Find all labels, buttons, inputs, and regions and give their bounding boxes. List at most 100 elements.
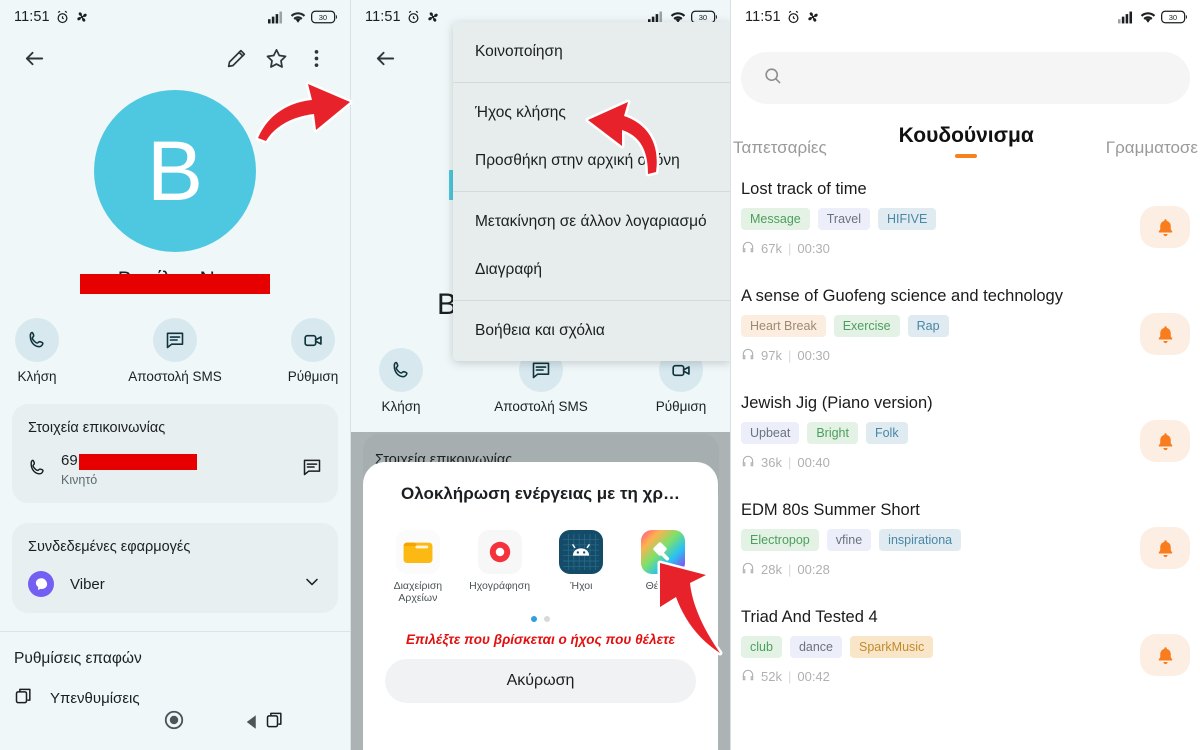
panel-contact-details: 11:51 30 B Κλήση Αποστολή SMS Ρύθμιση Στ… — [0, 0, 350, 750]
list-item[interactable]: Jewish Jig (Piano version) Upbeat Bright… — [731, 394, 1200, 471]
list-item[interactable]: Triad And Tested 4 club dance SparkMusic… — [731, 608, 1200, 685]
svg-text:30: 30 — [699, 13, 707, 22]
tag[interactable]: dance — [789, 636, 842, 658]
action-call-2[interactable]: Κλήση — [360, 348, 442, 414]
ringtone-title: A sense of Guofeng science and technolog… — [741, 287, 1063, 305]
tab-wallpapers[interactable]: Ταπετσαρίες — [731, 138, 835, 158]
menu-item-move-account[interactable]: Μετακίνηση σε άλλον λογαριασμό — [453, 198, 730, 246]
tag[interactable]: Heart Break — [741, 315, 826, 337]
contact-info-card: Στοιχεία επικοινωνίας 69 Κινητό — [12, 404, 338, 503]
chevron-down-icon[interactable] — [302, 572, 322, 597]
action-video[interactable]: Ρύθμιση — [276, 318, 350, 384]
avatar: B — [94, 90, 256, 252]
svg-text:30: 30 — [319, 13, 327, 22]
tag[interactable]: vfine — [826, 529, 872, 551]
ringtone-title: Lost track of time — [741, 180, 867, 198]
bell-icon[interactable] — [1140, 527, 1190, 569]
tag[interactable]: Folk — [865, 422, 908, 444]
page-dot-active[interactable] — [531, 616, 537, 623]
stats-separator: | — [787, 241, 792, 256]
tag[interactable]: SparkMusic — [850, 636, 934, 658]
page-dot[interactable] — [544, 616, 550, 623]
list-item[interactable]: Lost track of time Message Travel HIFIVE… — [731, 180, 1200, 257]
ringtone-stats: 97k | 00:30 — [741, 347, 1140, 364]
dialog-title: Ολοκλήρωση ενέργειας με τη χρ… — [401, 484, 680, 503]
list-item[interactable]: EDM 80s Summer Short Electropop vfine in… — [731, 501, 1200, 578]
back-arrow-icon[interactable] — [14, 38, 54, 78]
pencil-icon[interactable] — [216, 38, 256, 78]
tag[interactable]: Bright — [807, 422, 858, 444]
stats-separator: | — [787, 455, 792, 470]
list-item[interactable]: A sense of Guofeng science and technolog… — [731, 287, 1200, 364]
android-icon — [559, 530, 604, 574]
app-sounds[interactable]: Ήχοι — [545, 530, 617, 604]
play-count: 28k — [761, 562, 782, 577]
tag[interactable]: Rap — [907, 315, 949, 337]
tab-ringtones-col: Κουδούνισμα — [891, 124, 1042, 158]
bell-icon[interactable] — [1140, 206, 1190, 248]
folder-icon — [395, 530, 440, 574]
headphone-icon — [741, 347, 755, 364]
app-themes[interactable]: Θέματα — [627, 530, 699, 604]
app-file-manager[interactable]: Διαχείριση Αρχείων — [382, 530, 454, 604]
phone-number: 69 — [61, 452, 78, 469]
linked-app-row[interactable]: Viber — [28, 571, 322, 597]
menu-group: Βοήθεια και σχόλια — [453, 300, 730, 361]
back-arrow-icon[interactable] — [365, 38, 405, 78]
recents-icon[interactable] — [265, 710, 285, 735]
star-icon[interactable] — [256, 38, 296, 78]
status-bar: 11:51 30 — [0, 0, 350, 34]
tag[interactable]: Message — [741, 208, 810, 230]
settings-item-label: Υπενθυμίσεις — [50, 690, 140, 707]
action-video-label: Ρύθμιση — [287, 369, 339, 384]
tag[interactable]: club — [741, 636, 782, 658]
alarm-icon — [55, 10, 70, 25]
duration: 00:30 — [797, 348, 830, 363]
tag[interactable]: inspirationa — [879, 529, 962, 551]
action-call[interactable]: Κλήση — [0, 318, 74, 384]
overflow-menu-icon[interactable] — [296, 38, 336, 78]
tab-ringtones[interactable]: Κουδούνισμα — [891, 124, 1042, 148]
bell-icon[interactable] — [1140, 420, 1190, 462]
bell-icon[interactable] — [1140, 313, 1190, 355]
ringtone-stats: 36k | 00:40 — [741, 454, 1140, 471]
ringtone-tags: Heart Break Exercise Rap — [741, 315, 1140, 337]
tag[interactable]: Upbeat — [741, 422, 800, 444]
tag[interactable]: HIFIVE — [878, 208, 937, 230]
status-time: 11:51 — [14, 9, 50, 25]
action-call-label: Κλήση — [17, 369, 57, 384]
menu-item-ringtone[interactable]: Ήχος κλήσης — [453, 89, 730, 137]
menu-item-share[interactable]: Κοινοποίηση — [453, 28, 730, 76]
ringtone-title: Triad And Tested 4 — [741, 608, 878, 626]
tag[interactable]: Exercise — [833, 315, 900, 337]
home-icon[interactable] — [163, 709, 185, 736]
ringtone-tags: Upbeat Bright Folk — [741, 422, 1140, 444]
linked-app-name: Viber — [70, 575, 105, 593]
contact-info-title: Στοιχεία επικοινωνίας — [28, 420, 166, 436]
contact-name: Βασίλης Ν... — [79, 268, 270, 294]
search-input[interactable] — [741, 52, 1190, 104]
action-sms[interactable]: Αποστολή SMS — [128, 318, 222, 384]
tab-fonts[interactable]: Γραμματοσε — [1098, 138, 1200, 158]
back-icon[interactable] — [243, 713, 261, 736]
panel-overflow-menu: 11:51 30 Β Κοινοποίηση Ήχος κλήσης Προσθ… — [350, 0, 730, 750]
tag[interactable]: Travel — [817, 208, 870, 230]
menu-item-delete[interactable]: Διαγραφή — [453, 246, 730, 294]
menu-item-add-to-home[interactable]: Προσθήκη στην αρχική οθόνη — [453, 137, 730, 185]
alarm-icon — [786, 10, 801, 25]
ringtone-stats: 28k | 00:28 — [741, 561, 1140, 578]
linked-apps-card: Συνδεδεμένες εφαρμογές Viber — [12, 523, 338, 613]
phone-row[interactable]: 69 Κινητό — [28, 452, 322, 487]
cancel-button[interactable]: Ακύρωση — [385, 659, 696, 704]
app-recorder[interactable]: Ηχογράφηση — [464, 530, 536, 604]
bell-icon[interactable] — [1140, 634, 1190, 676]
sms-shortcut-icon[interactable] — [302, 457, 322, 482]
fan-icon — [426, 10, 440, 24]
settings-item-reminders[interactable]: Υπενθυμίσεις — [0, 668, 350, 711]
ringtone-list: Lost track of time Message Travel HIFIVE… — [731, 180, 1200, 685]
menu-group: Μετακίνηση σε άλλον λογαριασμό Διαγραφή — [453, 191, 730, 300]
ringtone-stats: 52k | 00:42 — [741, 668, 1140, 685]
tag[interactable]: Electropop — [741, 529, 819, 551]
menu-item-help[interactable]: Βοήθεια και σχόλια — [453, 307, 730, 355]
app-themes-label: Θέματα — [645, 580, 681, 592]
